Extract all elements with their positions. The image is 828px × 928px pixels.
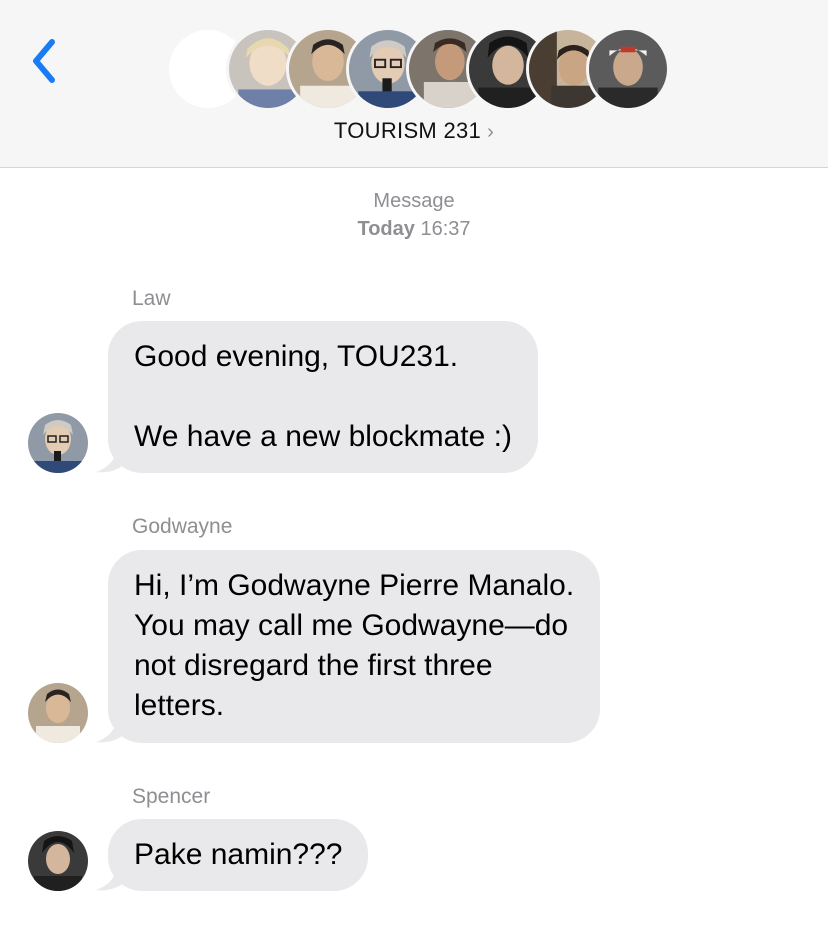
message-label: Message [373,190,455,212]
message-line: You may call me Godwayne—do [134,609,569,642]
timestamp-time: 16:37 [420,218,471,240]
message-line: not disregard the first three [134,649,493,682]
message-line: We have a new blockmate :) [134,420,512,453]
timestamp-day: Today [357,218,415,240]
message-line: Pake namin??? [134,838,343,871]
message-bubble[interactable]: Hi, I’m Godwayne Pierre Manalo. You may … [108,550,601,743]
sender-avatar[interactable] [28,683,88,743]
timestamp: Today 16:37 [0,218,828,241]
group-name-button[interactable]: TOURISM 231 › [0,118,828,144]
message-line: Hi, I’m Godwayne Pierre Manalo. [134,569,575,602]
avatar [586,27,670,111]
chevron-right-icon: › [487,121,495,143]
group-name: TOURISM 231 [333,118,482,143]
message-line: Good evening, TOU231. [134,340,459,373]
message-line: letters. [134,689,225,722]
group-avatars[interactable] [0,0,828,120]
bubble-tail [96,862,130,891]
sender-avatar[interactable] [28,831,88,891]
message-bubble[interactable]: Pake namin??? [108,819,369,891]
sender-avatar[interactable] [28,413,88,473]
message-line [134,377,512,417]
message-bubble[interactable]: Good evening, TOU231. We have a new bloc… [108,321,538,473]
sender-name: Godwayne [132,515,233,538]
sender-name: Law [132,287,171,310]
sender-name: Spencer [132,785,211,808]
conversation-header: TOURISM 231 › [0,0,828,168]
bubble-tail [96,444,130,473]
bubble-tail [96,714,130,743]
